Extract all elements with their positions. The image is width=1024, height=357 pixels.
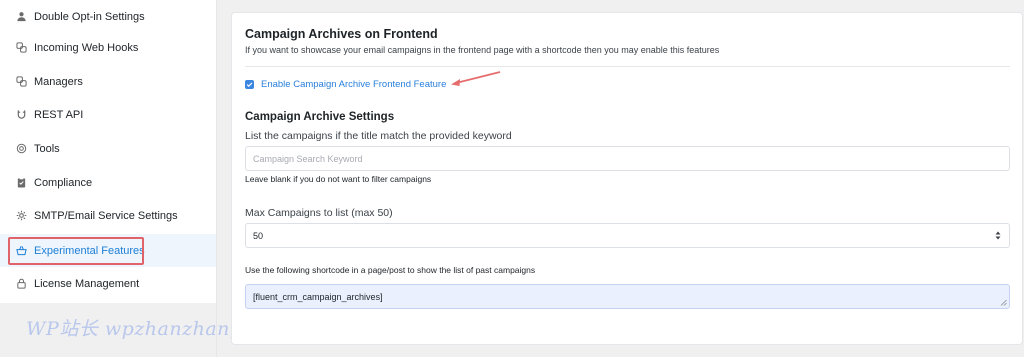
webhook-icon (16, 42, 27, 53)
sidebar-item-smtp-email-service[interactable]: SMTP/Email Service Settings (0, 199, 216, 232)
sidebar-item-label: License Management (34, 277, 140, 290)
sidebar-item-label: SMTP/Email Service Settings (34, 209, 178, 222)
sidebar-item-rest-api[interactable]: REST API (0, 98, 216, 131)
panel-title: Campaign Archives on Frontend (245, 27, 438, 41)
panel-description: If you want to showcase your email campa… (245, 45, 720, 55)
magnet-icon (16, 109, 27, 120)
sidebar-item-incoming-web-hooks[interactable]: Incoming Web Hooks (0, 31, 216, 64)
lock-icon (16, 278, 27, 289)
divider (245, 66, 1010, 67)
settings-sidebar: Double Opt-in Settings Incoming Web Hook… (0, 0, 217, 357)
archive-settings-title: Campaign Archive Settings (245, 111, 395, 123)
sidebar-item-license-management[interactable]: License Management (0, 267, 216, 300)
keyword-field-label: List the campaigns if the title match th… (245, 130, 512, 142)
number-stepper-icon[interactable] (995, 230, 1001, 241)
shortcode-help-text: Use the following shortcode in a page/po… (245, 265, 536, 275)
enable-archive-checkbox-row[interactable]: Enable Campaign Archive Frontend Feature (245, 79, 446, 90)
sidebar-item-label: Tools (34, 142, 60, 155)
campaign-search-keyword-input[interactable]: Campaign Search Keyword (245, 146, 1010, 171)
sidebar-item-managers[interactable]: Managers (0, 65, 216, 98)
sidebar-item-label: Double Opt-in Settings (34, 10, 145, 23)
sidebar-item-compliance[interactable]: Compliance (0, 166, 216, 199)
enable-archive-checkbox[interactable] (245, 80, 254, 89)
max-campaigns-input[interactable]: 50 (245, 223, 1010, 248)
tools-icon (16, 143, 27, 154)
sidebar-item-double-opt-in[interactable]: Double Opt-in Settings (0, 0, 216, 33)
sidebar-item-tools[interactable]: Tools (0, 132, 216, 165)
resize-handle-icon[interactable] (1000, 299, 1007, 306)
managers-icon (16, 76, 27, 87)
shortcode-textarea[interactable]: [fluent_crm_campaign_archives] (245, 284, 1010, 309)
clipboard-icon (16, 177, 27, 188)
shortcode-value: [fluent_crm_campaign_archives] (253, 291, 383, 302)
enable-archive-label[interactable]: Enable Campaign Archive Frontend Feature (261, 79, 446, 90)
sidebar-item-label: REST API (34, 108, 84, 121)
highlight-outline (8, 237, 144, 265)
settings-panel: Campaign Archives on Frontend If you wan… (231, 12, 1023, 345)
user-icon (16, 11, 27, 22)
max-campaigns-label: Max Campaigns to list (max 50) (245, 207, 393, 219)
max-campaigns-value: 50 (253, 230, 264, 241)
annotation-arrow-icon (451, 71, 501, 86)
sidebar-item-label: Compliance (34, 176, 93, 189)
gear-icon (16, 210, 27, 221)
keyword-help-text: Leave blank if you do not want to filter… (245, 174, 432, 184)
sidebar-item-label: Managers (34, 75, 83, 88)
sidebar-item-label: Incoming Web Hooks (34, 41, 139, 54)
